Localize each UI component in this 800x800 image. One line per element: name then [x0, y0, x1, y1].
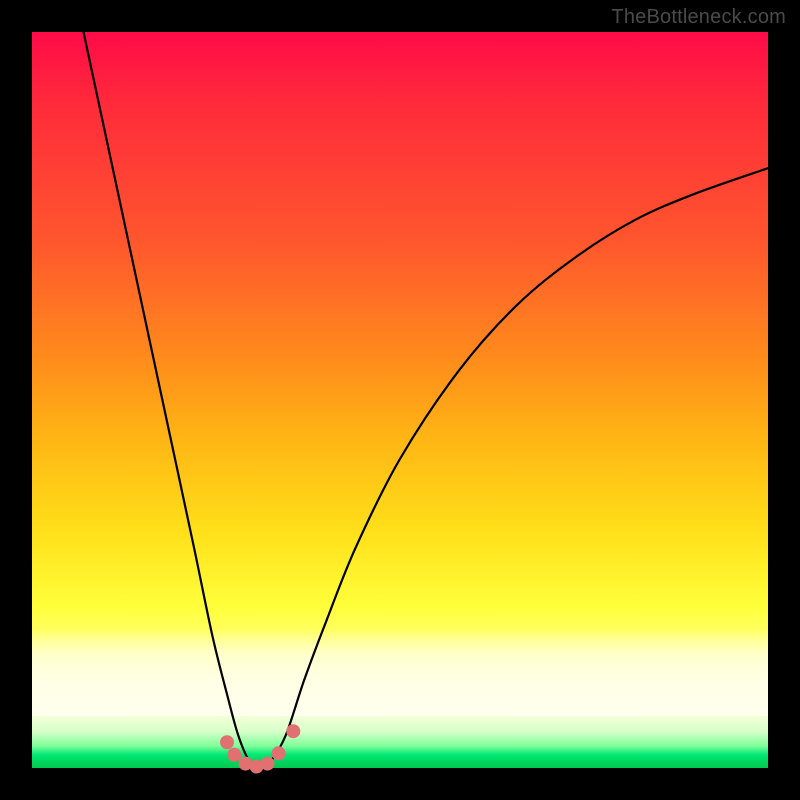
bottleneck-curve: [84, 32, 768, 768]
marker-dot: [272, 746, 286, 760]
chart-frame: TheBottleneck.com: [0, 0, 800, 800]
plot-area: [32, 32, 768, 768]
near-minimum-markers: [220, 724, 300, 773]
marker-dot: [220, 735, 234, 749]
marker-dot: [261, 757, 275, 771]
marker-dot: [227, 748, 241, 762]
marker-dot: [286, 724, 300, 738]
watermark-text: TheBottleneck.com: [611, 6, 786, 29]
curve-layer: [32, 32, 768, 768]
